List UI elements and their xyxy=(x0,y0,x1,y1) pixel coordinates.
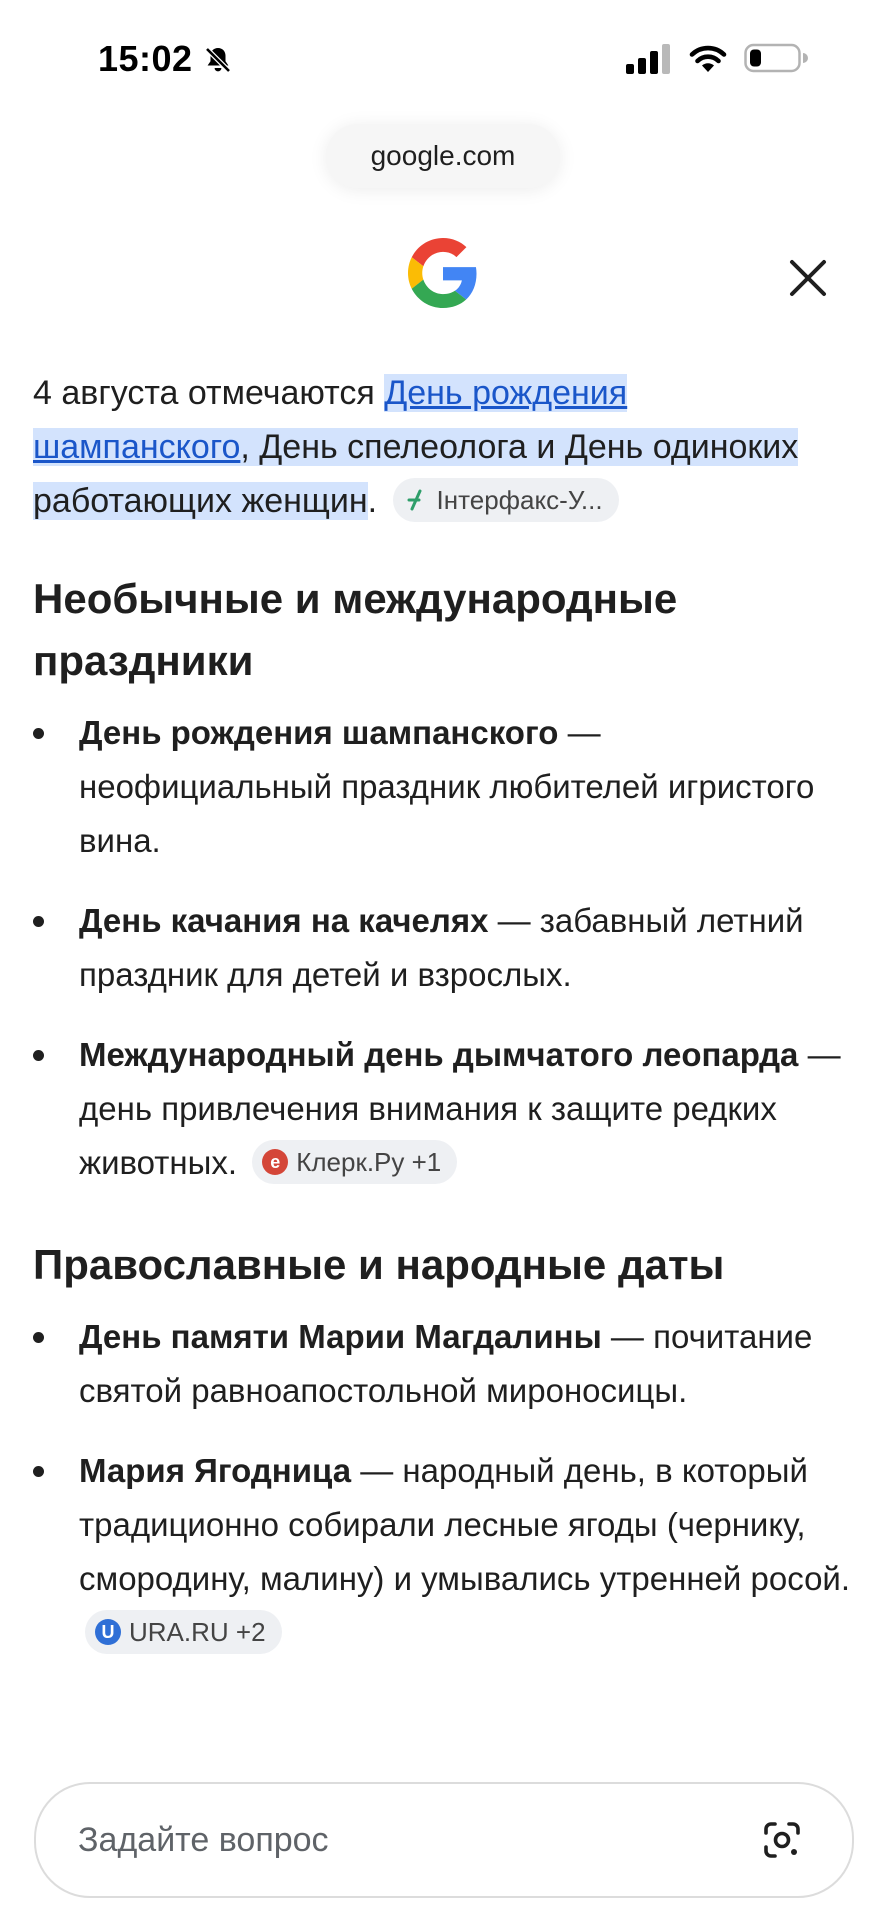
list-item: День памяти Марии Магдалины — почитание … xyxy=(33,1310,853,1418)
holiday-list-orthodox: День памяти Марии Магдалины — почитание … xyxy=(33,1310,853,1660)
list-item: День качания на качелях — забавный летни… xyxy=(33,894,853,1002)
ask-input[interactable] xyxy=(76,1819,720,1861)
interfax-source-icon xyxy=(407,489,422,511)
battery-icon xyxy=(744,43,808,73)
source-chip-label: Клерк.Ру +1 xyxy=(296,1147,442,1178)
section-title-orthodox: Православные и народные даты xyxy=(33,1241,725,1288)
item-title: День памяти Марии Магдалины xyxy=(79,1318,602,1355)
intro-end: . xyxy=(367,482,378,520)
close-icon[interactable] xyxy=(786,256,830,300)
address-url: google.com xyxy=(370,140,516,171)
list-item: День рождения шампанского — неофициальны… xyxy=(33,706,853,868)
source-chip-label: URA.RU +2 xyxy=(129,1617,266,1648)
section-title-international: Необычные и международные праздники xyxy=(33,575,678,684)
ura-source-icon: U xyxy=(95,1619,121,1646)
klerk-source-icon: e xyxy=(262,1149,289,1176)
status-bar: 15:02 xyxy=(0,0,886,120)
item-title: Международный день дымчатого леопарда xyxy=(79,1036,799,1073)
source-chip-label: Інтерфакс-У... xyxy=(436,485,603,516)
item-title: Мария Ягодница xyxy=(79,1452,352,1489)
list-item: Мария Ягодница — народный день, в которы… xyxy=(33,1444,853,1660)
item-title: День качания на качелях xyxy=(79,902,489,939)
google-g-logo xyxy=(408,238,477,308)
source-chip-ura[interactable]: U URA.RU +2 xyxy=(85,1610,282,1655)
google-lens-icon[interactable] xyxy=(762,1820,802,1860)
address-bar[interactable]: google.com xyxy=(326,124,560,188)
intro-prefix: 4 августа отмечаются xyxy=(33,374,385,412)
item-title: День рождения шампанского xyxy=(79,714,559,751)
list-item: Международный день дымчатого леопарда — … xyxy=(33,1028,853,1190)
bell-slash-icon xyxy=(205,47,231,73)
status-time: 15:02 xyxy=(98,38,193,79)
answer-intro: 4 августа отмечаются День рождения шампа… xyxy=(33,366,853,528)
scroll-fade xyxy=(0,1730,886,1790)
source-chip-interfax[interactable]: Інтерфакс-У... xyxy=(392,478,619,523)
holiday-list-international: День рождения шампанского — неофициальны… xyxy=(33,706,853,1190)
ask-bar xyxy=(34,1782,854,1898)
cellular-signal-icon xyxy=(626,44,670,74)
source-chip-klerk[interactable]: e Клерк.Ру +1 xyxy=(252,1140,458,1185)
wifi-icon xyxy=(689,45,727,72)
ai-answer: 4 августа отмечаются День рождения шампа… xyxy=(33,366,853,1686)
